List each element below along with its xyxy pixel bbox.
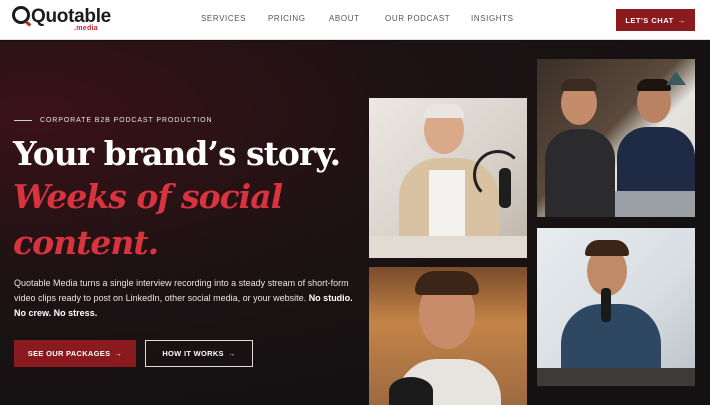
hero-eyebrow: CORPORATE B2B PODCAST PRODUCTION (14, 117, 212, 124)
arrow-right-icon: → (114, 349, 123, 358)
arrow-right-icon: → (227, 349, 236, 358)
nav-item-pricing[interactable]: PRICING (268, 14, 306, 23)
nav-item-about[interactable]: ABOUT (329, 14, 360, 23)
see-our-packages-button[interactable]: SEE OUR PACKAGES → (14, 340, 136, 367)
hero-headline-accent-line2: content. (13, 223, 159, 262)
photo-older-man-podcasting (369, 98, 527, 258)
photo-smiling-woman (369, 267, 527, 405)
photo-man-with-headphones (537, 228, 695, 386)
site-header: Quotable .media SERVICES PRICING ABOUT O… (0, 0, 710, 40)
arrow-right-icon: → (677, 15, 686, 25)
logo-subtext: .media (74, 25, 98, 32)
lets-chat-button[interactable]: LET'S CHAT → (616, 9, 695, 31)
nav-item-our-podcast[interactable]: OUR PODCAST (385, 14, 450, 23)
hero-headline-accent-line1: Weeks of social (13, 177, 283, 216)
eyebrow-divider (14, 120, 32, 121)
nav-item-services[interactable]: SERVICES (201, 14, 246, 23)
eyebrow-text: CORPORATE B2B PODCAST PRODUCTION (40, 117, 213, 124)
logo-q-mark-icon (12, 6, 30, 24)
hero-description: Quotable Media turns a single interview … (14, 276, 354, 321)
see-our-packages-label: SEE OUR PACKAGES (27, 349, 111, 358)
how-it-works-button[interactable]: HOW IT WORKS → (145, 340, 253, 367)
logo-text: Quotable (31, 6, 111, 27)
hero-description-text: Quotable Media turns a single interview … (14, 278, 349, 303)
photo-two-men-podcast (537, 59, 695, 217)
lets-chat-label: LET'S CHAT (625, 15, 674, 25)
hero-headline: Your brand’s story. (13, 134, 341, 173)
nav-item-insights[interactable]: INSIGHTS (471, 14, 514, 23)
how-it-works-label: HOW IT WORKS (162, 349, 224, 358)
